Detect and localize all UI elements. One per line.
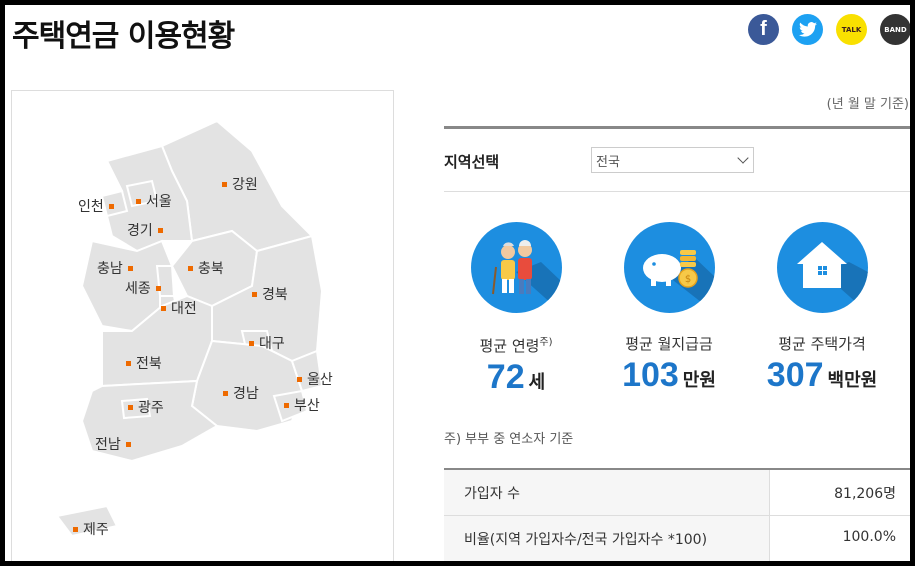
region-marker bbox=[157, 227, 163, 233]
region-marker bbox=[223, 390, 228, 396]
map-label-gyeonggi[interactable]: 경기 bbox=[127, 220, 163, 240]
chevron-down-icon bbox=[737, 152, 749, 164]
stat-age-footnote-mark: 주) bbox=[539, 337, 553, 348]
stat-payment-unit: 만원 bbox=[682, 370, 716, 391]
elderly-couple-icon bbox=[470, 222, 562, 313]
region-select-value: 전국 bbox=[596, 155, 620, 170]
basis-date-note: (년 월 말 기준) bbox=[826, 97, 909, 112]
stat-age-unit: 세 bbox=[528, 372, 546, 393]
stat-payment-label: 평균 월지급금 bbox=[625, 335, 713, 353]
twitter-share-button[interactable] bbox=[792, 14, 823, 45]
map-label-jeonnam[interactable]: 전남 bbox=[95, 434, 131, 454]
region-marker bbox=[73, 526, 78, 532]
stat-average-age: 평균 연령주) 72 세 bbox=[441, 222, 591, 397]
map-label-jeonbuk[interactable]: 전북 bbox=[126, 353, 162, 373]
region-marker bbox=[108, 203, 114, 209]
map-label-daegu[interactable]: 대구 bbox=[249, 333, 285, 353]
region-select-label: 지역선택 bbox=[444, 153, 500, 171]
section-divider bbox=[444, 126, 910, 129]
stat-age-value: 72 bbox=[486, 358, 525, 396]
subscriber-table: 가입자 수 81,206명 비율(지역 가입자수/전국 가입자수 *100) 1… bbox=[444, 468, 910, 561]
divider bbox=[444, 191, 910, 192]
region-marker bbox=[136, 198, 141, 204]
region-marker bbox=[249, 340, 254, 346]
region-select[interactable]: 전국 bbox=[591, 147, 754, 173]
map-label-gwangju[interactable]: 광주 bbox=[128, 397, 164, 417]
kakaotalk-icon: TALK bbox=[841, 25, 862, 34]
stat-age-label: 평균 연령 bbox=[479, 337, 540, 355]
table-cell-key: 비율(지역 가입자수/전국 가입자수 *100) bbox=[444, 516, 770, 561]
page-frame: 주택연금 이용현황 f TALK BAND 인천 서울 강원 경기 충남 충북 … bbox=[5, 5, 910, 561]
map-label-sejong[interactable]: 세종 bbox=[125, 278, 161, 298]
band-share-button[interactable]: BAND bbox=[880, 14, 910, 45]
stat-house-value: 307 bbox=[766, 356, 824, 394]
map-label-incheon[interactable]: 인천 bbox=[78, 196, 114, 216]
stat-average-payment: $ 평균 월지급금 103 만원 bbox=[594, 222, 744, 395]
korea-map-shape bbox=[55, 119, 324, 538]
region-marker bbox=[155, 285, 161, 291]
map-label-chungbuk[interactable]: 충북 bbox=[188, 258, 224, 278]
region-marker bbox=[161, 305, 166, 311]
region-marker bbox=[127, 265, 133, 271]
svg-text:$: $ bbox=[684, 274, 690, 285]
region-marker bbox=[128, 404, 133, 410]
region-marker bbox=[125, 441, 131, 447]
table-cell-key: 가입자 수 bbox=[444, 470, 770, 515]
house-icon bbox=[776, 222, 868, 313]
map-label-chungnam[interactable]: 충남 bbox=[97, 258, 133, 278]
stat-payment-value: 103 bbox=[622, 356, 679, 394]
map-label-jeju[interactable]: 제주 bbox=[73, 519, 109, 539]
page-title: 주택연금 이용현황 bbox=[12, 19, 235, 54]
region-marker bbox=[284, 402, 289, 408]
map-label-gangwon[interactable]: 강원 bbox=[222, 174, 258, 194]
table-cell-value: 100.0% bbox=[842, 529, 896, 545]
korea-map: 인천 서울 강원 경기 충남 충북 세종 대전 경북 대구 전북 울산 경남 광… bbox=[11, 90, 394, 561]
kakaotalk-share-button[interactable]: TALK bbox=[836, 14, 867, 45]
region-marker bbox=[188, 265, 193, 271]
table-row: 가입자 수 81,206명 bbox=[444, 470, 910, 516]
stat-house-label: 평균 주택가격 bbox=[778, 335, 866, 353]
stat-house-unit: 백만원 bbox=[827, 370, 878, 391]
band-icon: BAND bbox=[884, 25, 907, 34]
facebook-share-button[interactable]: f bbox=[748, 14, 779, 45]
map-label-gyeongnam[interactable]: 경남 bbox=[223, 383, 259, 403]
region-marker bbox=[222, 181, 227, 187]
stat-average-house-price: 평균 주택가격 307 백만원 bbox=[747, 222, 897, 395]
footnote: 주) 부부 중 연소자 기준 bbox=[444, 432, 574, 447]
map-label-ulsan[interactable]: 울산 bbox=[297, 369, 333, 389]
map-label-seoul[interactable]: 서울 bbox=[136, 191, 172, 211]
region-marker bbox=[297, 376, 302, 382]
piggy-bank-icon: $ bbox=[623, 222, 715, 313]
twitter-bird-icon bbox=[798, 22, 817, 37]
facebook-icon: f bbox=[760, 18, 767, 40]
table-row: 비율(지역 가입자수/전국 가입자수 *100) 100.0% bbox=[444, 516, 910, 561]
table-cell-value: 81,206명 bbox=[834, 486, 896, 502]
region-marker bbox=[252, 291, 257, 297]
map-label-gyeongbuk[interactable]: 경북 bbox=[252, 284, 288, 304]
region-marker bbox=[126, 360, 131, 366]
map-label-daejeon[interactable]: 대전 bbox=[161, 298, 197, 318]
map-label-busan[interactable]: 부산 bbox=[284, 395, 320, 415]
